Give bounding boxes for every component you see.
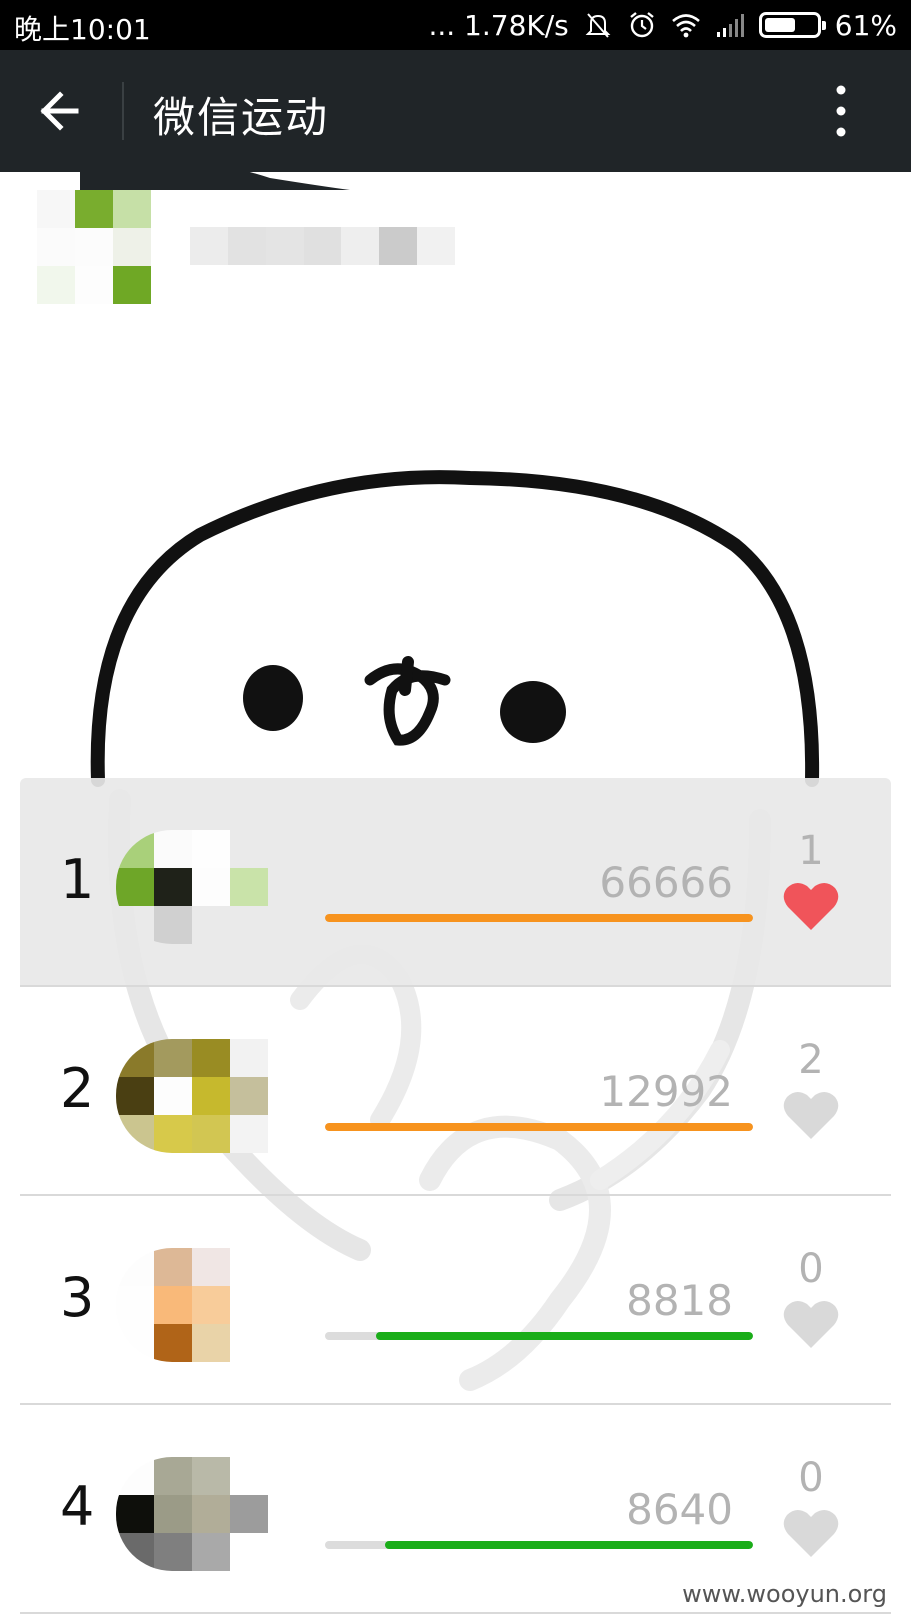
profile-avatar[interactable] (37, 190, 151, 304)
step-progress-fill (376, 1332, 753, 1340)
step-progress-bar (325, 1123, 753, 1131)
ranking-row[interactable]: 3 8818 0 (20, 1196, 891, 1405)
step-progress-fill (325, 1123, 753, 1131)
ranking-row[interactable]: 1 66666 1 (20, 778, 891, 987)
like-area[interactable]: 1 (781, 828, 841, 936)
alarm-icon (630, 12, 654, 38)
like-area[interactable]: 2 (781, 1037, 841, 1145)
like-count: 0 (798, 1246, 824, 1292)
step-count: 66666 (599, 858, 733, 907)
user-avatar[interactable] (116, 1248, 268, 1362)
page-title: 微信运动 (153, 93, 330, 142)
ranking-row[interactable]: 2 12992 2 (20, 987, 891, 1196)
more-vertical-icon[interactable] (829, 80, 853, 142)
like-count: 0 (798, 1455, 824, 1501)
step-progress-fill (325, 914, 753, 922)
network-speed: ... 1.78K/s (428, 8, 569, 42)
like-area[interactable]: 0 (781, 1455, 841, 1563)
step-count: 8818 (626, 1276, 733, 1325)
heart-icon[interactable] (782, 1298, 840, 1350)
profile-name-obscured (190, 227, 456, 265)
step-progress-bar (325, 1541, 753, 1549)
user-avatar[interactable] (116, 1457, 268, 1571)
heart-icon[interactable] (782, 1089, 840, 1141)
rank-number: 1 (60, 848, 95, 911)
step-progress-bar (325, 914, 753, 922)
title-bar: 微信运动 (0, 50, 911, 172)
step-count: 8640 (626, 1485, 733, 1534)
like-area[interactable]: 0 (781, 1246, 841, 1354)
battery-level (764, 18, 796, 32)
wifi-icon (671, 14, 700, 38)
user-avatar[interactable] (116, 1039, 268, 1153)
status-indicators: ... 1.78K/s 61% (428, 6, 897, 44)
step-progress-bar (325, 1332, 753, 1340)
status-bar: 晚上10:01 ... 1.78K/s 61% (0, 0, 911, 50)
step-count: 12992 (599, 1067, 733, 1116)
battery-percent: 61% (834, 8, 897, 42)
title-divider (122, 82, 124, 140)
ranking-list: 1 66666 1 2 12992 2 3 8818 0 4 8640 0 (20, 778, 891, 1614)
step-progress-fill (384, 1541, 753, 1549)
back-arrow-icon[interactable] (30, 80, 92, 142)
rank-number: 3 (60, 1266, 95, 1329)
battery-icon (758, 12, 826, 38)
like-count: 2 (798, 1037, 824, 1083)
signal-icon (716, 14, 744, 37)
status-time: 晚上10:01 (14, 13, 151, 46)
mute-bell-icon (585, 13, 611, 38)
rank-number: 4 (60, 1475, 95, 1538)
like-count: 1 (798, 828, 824, 874)
watermark: www.wooyun.org (682, 1580, 887, 1608)
heart-icon[interactable] (782, 1507, 840, 1559)
heart-icon[interactable] (782, 880, 840, 932)
rank-number: 2 (60, 1057, 95, 1120)
user-avatar[interactable] (116, 830, 268, 944)
